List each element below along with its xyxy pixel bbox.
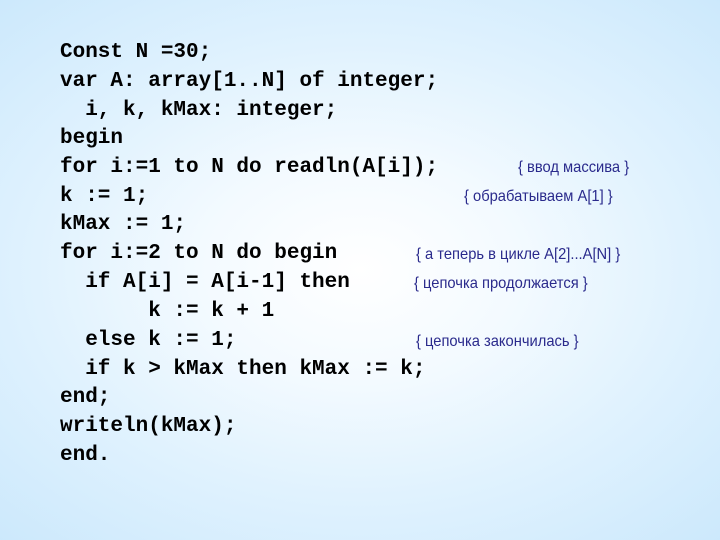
code-line-increment: k := k + 1 [60,300,275,323]
comment-input-array: { ввод массива } [518,159,630,176]
code-line-end-loop: end; [60,386,111,409]
code-line-if-max: if k > kMax then kMax := k; [60,358,426,381]
comment-process-first: { обрабатываем A[1] } [464,188,613,205]
code-line-main-loop: for i:=2 to N do begin [60,242,338,265]
code-line-if: if A[i] = A[i-1] then [60,271,350,294]
code-line-k-init: k := 1; [60,185,149,208]
code-line-const: Const N =30; [60,41,212,64]
comment-loop-rest: { а теперь в цикле A[2]...A[N] } [416,246,621,263]
code-line-kmax-init: kMax := 1; [60,213,187,236]
code-line-begin: begin [60,127,124,150]
code-line-writeln: writeln(kMax); [60,415,237,438]
code-line-var: var A: array[1..N] of integer; [60,70,439,93]
code-line-else: else k := 1; [60,329,237,352]
comment-chain-continues: { цепочка продолжается } [414,275,588,292]
code-line-read-loop: for i:=1 to N do readln(A[i]); [60,156,439,179]
code-line-var-decl: i, k, kMax: integer; [60,99,338,122]
code-line-end-program: end. [60,444,111,467]
comment-chain-ended: { цепочка закончилась } [416,333,579,350]
